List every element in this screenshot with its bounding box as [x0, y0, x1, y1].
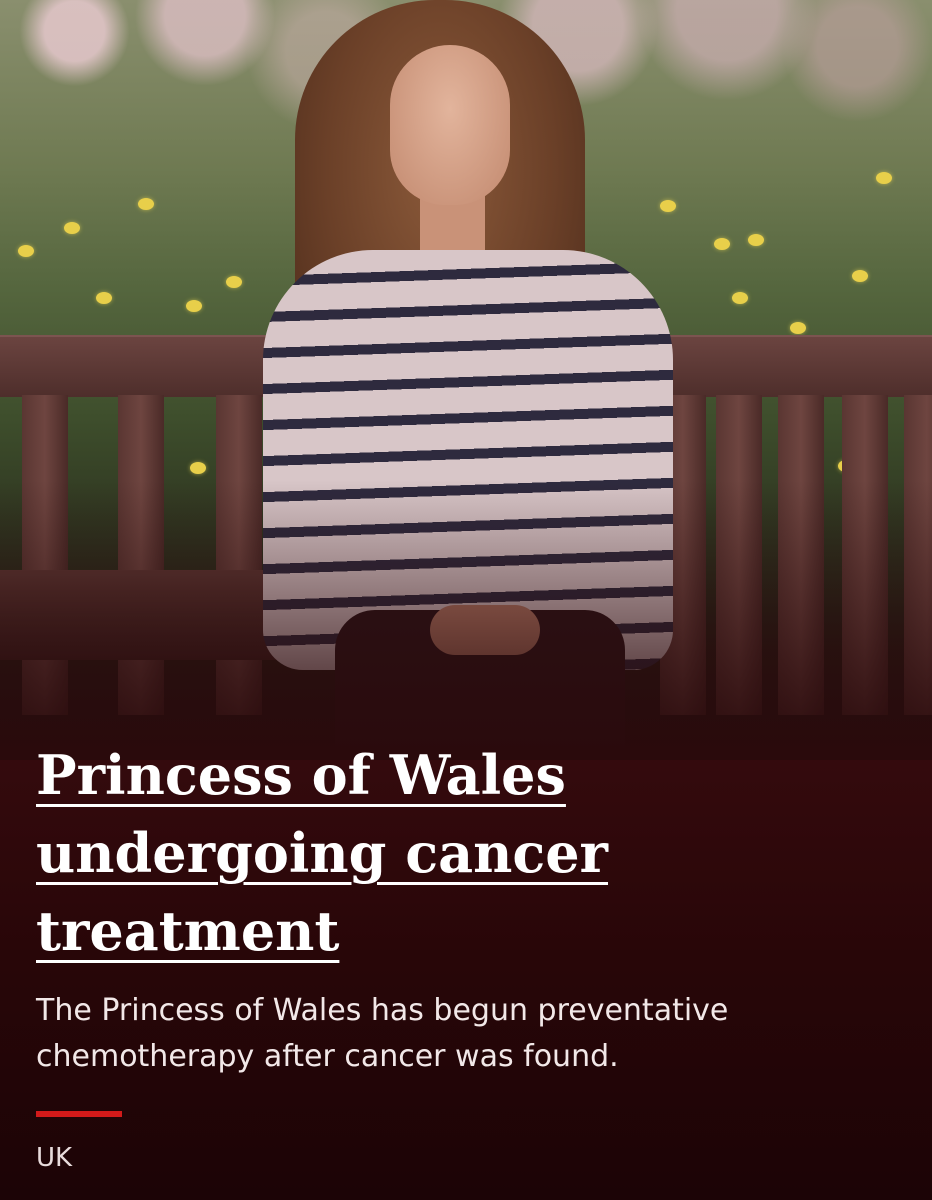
face — [390, 45, 510, 205]
daffodil — [186, 300, 202, 312]
daffodil — [790, 322, 806, 334]
daffodil — [732, 292, 748, 304]
article-summary: The Princess of Wales has begun preventa… — [36, 993, 729, 1074]
daffodil — [138, 198, 154, 210]
daffodil — [876, 172, 892, 184]
daffodil — [748, 234, 764, 246]
daffodil — [226, 276, 242, 288]
daffodil — [852, 270, 868, 282]
daffodil — [64, 222, 80, 234]
daffodil — [96, 292, 112, 304]
daffodil — [18, 245, 34, 257]
headline-link[interactable]: Princess of Wales undergoing cancer trea… — [36, 736, 896, 970]
news-card[interactable]: Princess of Wales undergoing cancer trea… — [0, 0, 932, 1200]
daffodil — [190, 462, 206, 474]
daffodil — [714, 238, 730, 250]
photo-gradient-overlay — [0, 480, 932, 760]
section-tag[interactable]: UK — [36, 1142, 72, 1174]
article-photo — [0, 0, 932, 760]
accent-bar — [36, 1111, 122, 1117]
